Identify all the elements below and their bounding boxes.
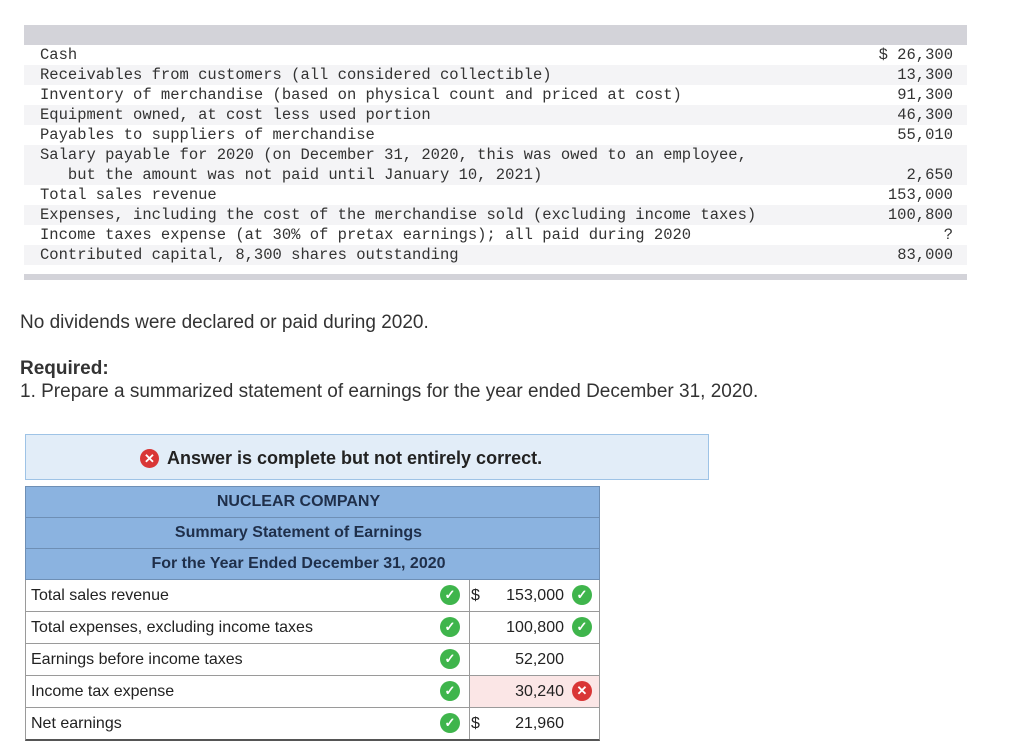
row-label-input[interactable]: Income tax expense bbox=[31, 683, 174, 701]
check-circle-icon: ✓ bbox=[440, 649, 460, 669]
data-label: Inventory of merchandise (based on physi… bbox=[40, 86, 682, 104]
check-circle-icon: ✓ bbox=[440, 681, 460, 701]
check-circle-icon: ✓ bbox=[572, 585, 592, 605]
data-value: $ 26,300 bbox=[878, 46, 953, 64]
data-label: Expenses, including the cost of the merc… bbox=[40, 206, 757, 224]
data-value: 46,300 bbox=[897, 106, 953, 124]
data-value: 91,300 bbox=[897, 86, 953, 104]
data-label: Salary payable for 2020 (on December 31,… bbox=[40, 145, 747, 185]
statement-title: Summary Statement of Earnings bbox=[174, 524, 423, 541]
data-value: 83,000 bbox=[897, 246, 953, 264]
check-circle-icon: ✓ bbox=[440, 713, 460, 733]
statement-row-earnings-before-taxes: Earnings before income taxes ✓ 52,200 bbox=[25, 644, 600, 676]
row-label-input[interactable]: Net earnings bbox=[31, 715, 122, 733]
earnings-statement: NUCLEAR COMPANY Summary Statement of Ear… bbox=[25, 486, 600, 741]
x-circle-icon: ✕ bbox=[572, 681, 592, 701]
data-value: 13,300 bbox=[897, 66, 953, 84]
data-value: 100,800 bbox=[887, 206, 953, 224]
data-row-payables: Payables to suppliers of merchandise 55,… bbox=[24, 125, 967, 145]
row-label-input[interactable]: Total sales revenue bbox=[31, 587, 169, 605]
check-circle-icon: ✓ bbox=[440, 617, 460, 637]
data-row-contributed-capital: Contributed capital, 8,300 shares outsta… bbox=[24, 245, 967, 265]
statement-row-net-earnings: Net earnings ✓ $ 21,960 bbox=[25, 708, 600, 741]
data-label: Receivables from customers (all consider… bbox=[40, 66, 552, 84]
data-value: 2,650 bbox=[906, 166, 953, 184]
dividends-note: No dividends were declared or paid durin… bbox=[20, 312, 429, 333]
data-row-inventory: Inventory of merchandise (based on physi… bbox=[24, 85, 967, 105]
required-heading: Required: bbox=[20, 358, 109, 379]
data-row-sales-revenue: Total sales revenue 153,000 bbox=[24, 185, 967, 205]
table-bottom-bar bbox=[24, 274, 967, 280]
data-label: Total sales revenue bbox=[40, 186, 217, 204]
data-label: Income taxes expense (at 30% of pretax e… bbox=[40, 226, 692, 244]
statement-row-total-expenses: Total expenses, excluding income taxes ✓… bbox=[25, 612, 600, 644]
x-circle-icon: ✕ bbox=[140, 449, 159, 468]
row-label-input[interactable]: Total expenses, excluding income taxes bbox=[31, 619, 313, 637]
data-rows: Cash $ 26,300 Receivables from customers… bbox=[24, 45, 967, 265]
amount-input[interactable]: 153,000 bbox=[506, 587, 564, 605]
statement-period-header: For the Year Ended December 31, 2020 bbox=[25, 548, 600, 580]
check-circle-icon: ✓ bbox=[440, 585, 460, 605]
answer-status-banner: ✕ Answer is complete but not entirely co… bbox=[25, 434, 709, 480]
company-name: NUCLEAR COMPANY bbox=[216, 493, 381, 510]
given-data-table: Cash $ 26,300 Receivables from customers… bbox=[24, 25, 967, 280]
data-label: Cash bbox=[40, 46, 78, 64]
data-label-line1: Salary payable for 2020 (on December 31,… bbox=[40, 146, 747, 164]
data-row-salary-payable: Salary payable for 2020 (on December 31,… bbox=[24, 145, 967, 185]
data-label-line2: but the amount was not paid until Januar… bbox=[40, 166, 543, 184]
amount-input[interactable]: 30,240 bbox=[515, 683, 564, 701]
statement-row-income-tax-expense: Income tax expense ✓ 30,240 ✕ bbox=[25, 676, 600, 708]
data-row-income-taxes: Income taxes expense (at 30% of pretax e… bbox=[24, 225, 967, 245]
statement-title-header: Summary Statement of Earnings bbox=[25, 517, 600, 548]
data-label: Contributed capital, 8,300 shares outsta… bbox=[40, 246, 459, 264]
statement-company-header: NUCLEAR COMPANY bbox=[25, 486, 600, 517]
dollar-sign: $ bbox=[471, 587, 480, 604]
amount-input[interactable]: 21,960 bbox=[515, 715, 564, 733]
data-row-equipment: Equipment owned, at cost less used porti… bbox=[24, 105, 967, 125]
statement-row-sales-revenue: Total sales revenue ✓ $ 153,000 ✓ bbox=[25, 580, 600, 612]
check-circle-icon: ✓ bbox=[572, 617, 592, 637]
data-row-expenses: Expenses, including the cost of the merc… bbox=[24, 205, 967, 225]
dollar-sign: $ bbox=[471, 715, 480, 732]
data-value: ? bbox=[943, 226, 953, 244]
data-label: Equipment owned, at cost less used porti… bbox=[40, 106, 431, 124]
data-row-receivables: Receivables from customers (all consider… bbox=[24, 65, 967, 85]
data-value: 55,010 bbox=[897, 126, 953, 144]
required-instruction: 1. Prepare a summarized statement of ear… bbox=[20, 381, 759, 402]
data-value: 153,000 bbox=[887, 186, 953, 204]
data-row-cash: Cash $ 26,300 bbox=[24, 45, 967, 65]
amount-input[interactable]: 100,800 bbox=[506, 619, 564, 637]
row-label-input[interactable]: Earnings before income taxes bbox=[31, 651, 243, 669]
amount-input[interactable]: 52,200 bbox=[515, 651, 564, 669]
statement-period: For the Year Ended December 31, 2020 bbox=[151, 555, 446, 572]
data-label: Payables to suppliers of merchandise bbox=[40, 126, 375, 144]
table-top-bar bbox=[24, 25, 967, 45]
answer-status-message: Answer is complete but not entirely corr… bbox=[167, 448, 543, 468]
